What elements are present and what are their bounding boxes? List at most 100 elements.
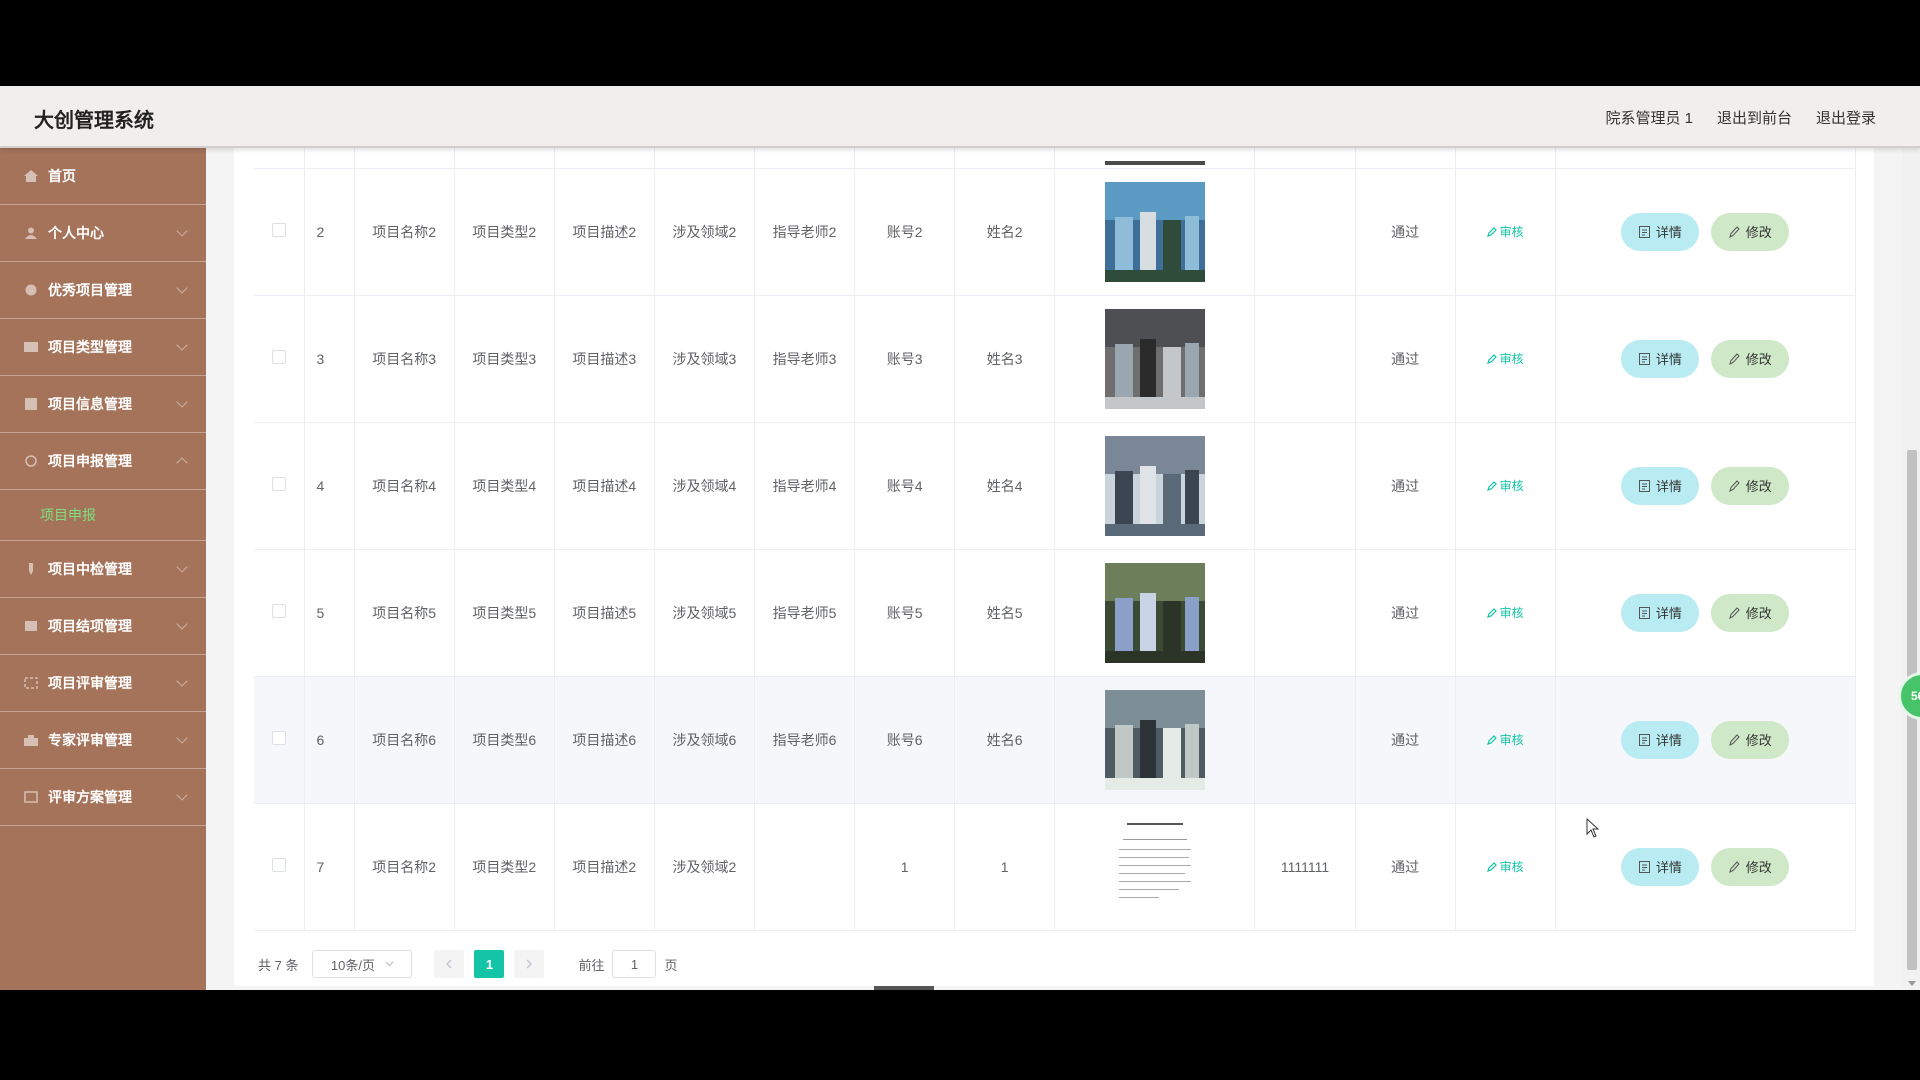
project-photo[interactable]	[1104, 308, 1205, 409]
detail-button[interactable]: 详情	[1621, 466, 1700, 505]
edit-button[interactable]: 修改	[1711, 847, 1790, 886]
row-checkbox[interactable]	[271, 223, 286, 237]
scroll-down-icon[interactable]	[1908, 981, 1916, 986]
chevron-down-icon	[385, 961, 394, 967]
edit-button[interactable]: 修改	[1711, 593, 1790, 632]
status-cell: 通过	[1355, 803, 1456, 931]
sidebar-item-review-plan[interactable]: 评审方案管理	[0, 769, 206, 826]
edit-pen-icon	[1486, 227, 1497, 237]
project-document-image[interactable]	[1104, 816, 1205, 917]
row-checkbox[interactable]	[271, 350, 286, 364]
floating-badge-text: 56	[1911, 689, 1920, 703]
chevron-down-icon	[176, 561, 188, 573]
edit-pen-icon	[1486, 735, 1497, 745]
detail-button[interactable]: 详情	[1621, 339, 1700, 378]
back-to-front-link[interactable]: 退出到前台	[1717, 107, 1792, 128]
extra-cell	[1254, 549, 1356, 677]
page-size-select[interactable]: 10条/页	[312, 950, 413, 978]
project-photo[interactable]	[1104, 689, 1205, 790]
chevron-down-icon	[176, 225, 188, 237]
audit-link[interactable]: 审核	[1486, 860, 1524, 874]
person-name-cell: 1	[954, 803, 1056, 931]
row-index: 4	[304, 422, 355, 550]
sidebar-subitem-project-apply[interactable]: 项目申报	[0, 490, 206, 541]
project-photo[interactable]	[1104, 181, 1205, 282]
vertical-scrollbar[interactable]	[1904, 148, 1920, 990]
home-icon	[24, 170, 38, 182]
sidebar-item-personal[interactable]: 个人中心	[0, 205, 206, 262]
sidebar-item-midterm[interactable]: 项目中检管理	[0, 541, 206, 598]
edit-button[interactable]: 修改	[1711, 212, 1790, 251]
row-checkbox[interactable]	[271, 604, 286, 618]
audit-label: 审核	[1499, 860, 1524, 874]
sidebar-item-project-apply[interactable]: 项目申报管理	[0, 433, 206, 490]
sidebar-item-label: 优秀项目管理	[48, 282, 132, 298]
sidebar-item-project-info[interactable]: 项目信息管理	[0, 376, 206, 433]
edit-label: 修改	[1745, 606, 1772, 621]
detail-button[interactable]: 详情	[1621, 212, 1700, 251]
row-checkbox[interactable]	[271, 477, 286, 491]
edit-pen-icon	[1486, 354, 1497, 364]
page-number-button[interactable]: 1	[474, 950, 505, 978]
sidebar-item-project-types[interactable]: 项目类型管理	[0, 319, 206, 376]
mouse-cursor-icon	[1586, 818, 1600, 838]
app-title: 大创管理系统	[34, 110, 154, 132]
detail-button[interactable]: 详情	[1621, 720, 1700, 759]
prev-page-button[interactable]	[434, 950, 465, 978]
sidebar-item-completion[interactable]: 项目结项管理	[0, 598, 206, 655]
project-name-cell: 项目名称5	[354, 549, 455, 677]
table-panel: 2 项目名称2 项目类型2 项目描述2 涉及领域2 指导老师2 账号2 姓名2 …	[234, 148, 1874, 986]
teacher-cell: 指导老师3	[754, 295, 856, 423]
project-desc-cell: 项目描述5	[554, 549, 655, 677]
actions-cell: 详情 修改	[1555, 295, 1857, 423]
next-page-button[interactable]	[514, 950, 545, 978]
checkbox-cell	[254, 168, 305, 296]
detail-button[interactable]: 详情	[1621, 847, 1700, 886]
audit-link[interactable]: 审核	[1486, 479, 1524, 493]
goto-page-input[interactable]	[612, 950, 657, 978]
row-checkbox[interactable]	[271, 731, 286, 745]
award-icon	[25, 284, 37, 296]
audit-link[interactable]: 审核	[1486, 352, 1524, 366]
sidebar-item-review[interactable]: 项目评审管理	[0, 655, 206, 712]
top-links: 院系管理员 1 退出到前台 退出登录	[1605, 107, 1876, 128]
project-name-cell: 项目名称2	[354, 168, 455, 296]
logout-link[interactable]: 退出登录	[1816, 107, 1876, 128]
document-icon	[1638, 733, 1650, 746]
audit-link[interactable]: 审核	[1486, 225, 1524, 239]
project-photo[interactable]	[1104, 562, 1205, 663]
edit-button[interactable]: 修改	[1711, 466, 1790, 505]
project-field-cell: 涉及领域2	[654, 168, 755, 296]
user-name-link[interactable]: 院系管理员 1	[1605, 107, 1693, 128]
project-type-cell: 项目类型4	[454, 422, 555, 550]
sidebar-item-excellent-projects[interactable]: 优秀项目管理	[0, 262, 206, 319]
edit-pen-icon	[1486, 608, 1497, 618]
audit-link[interactable]: 审核	[1486, 733, 1524, 747]
page-size-value: 10条/页	[330, 957, 375, 973]
account-cell: 1	[854, 803, 956, 931]
project-field-cell: 涉及领域4	[654, 422, 755, 550]
table-row: 6 项目名称6 项目类型6 项目描述6 涉及领域6 指导老师6 账号6 姓名6 …	[254, 676, 1857, 804]
status-cell: 通过	[1355, 676, 1456, 804]
detail-button[interactable]: 详情	[1621, 593, 1700, 632]
chevron-down-icon	[176, 282, 188, 294]
project-type-cell: 项目类型6	[454, 676, 555, 804]
project-photo[interactable]	[1104, 435, 1205, 536]
document-icon	[1638, 479, 1650, 492]
table-row: 2 项目名称2 项目类型2 项目描述2 涉及领域2 指导老师2 账号2 姓名2 …	[254, 168, 1857, 296]
person-name-cell: 姓名6	[954, 676, 1056, 804]
sidebar-item-home[interactable]: 首页	[0, 148, 206, 205]
sidebar-item-label: 项目评审管理	[48, 675, 132, 691]
horizontal-scroll-thumb[interactable]	[874, 986, 934, 990]
audit-link[interactable]: 审核	[1486, 606, 1524, 620]
edit-label: 修改	[1745, 225, 1772, 240]
sidebar-item-expert-review[interactable]: 专家评审管理	[0, 712, 206, 769]
image-cell	[1054, 803, 1256, 931]
sidebar-item-label: 评审方案管理	[48, 789, 132, 805]
row-checkbox[interactable]	[271, 858, 286, 872]
document-icon	[1638, 606, 1650, 619]
chevron-right-icon	[527, 959, 533, 969]
edit-button[interactable]: 修改	[1711, 720, 1790, 759]
edit-button[interactable]: 修改	[1711, 339, 1790, 378]
checkbox-cell	[254, 549, 305, 677]
